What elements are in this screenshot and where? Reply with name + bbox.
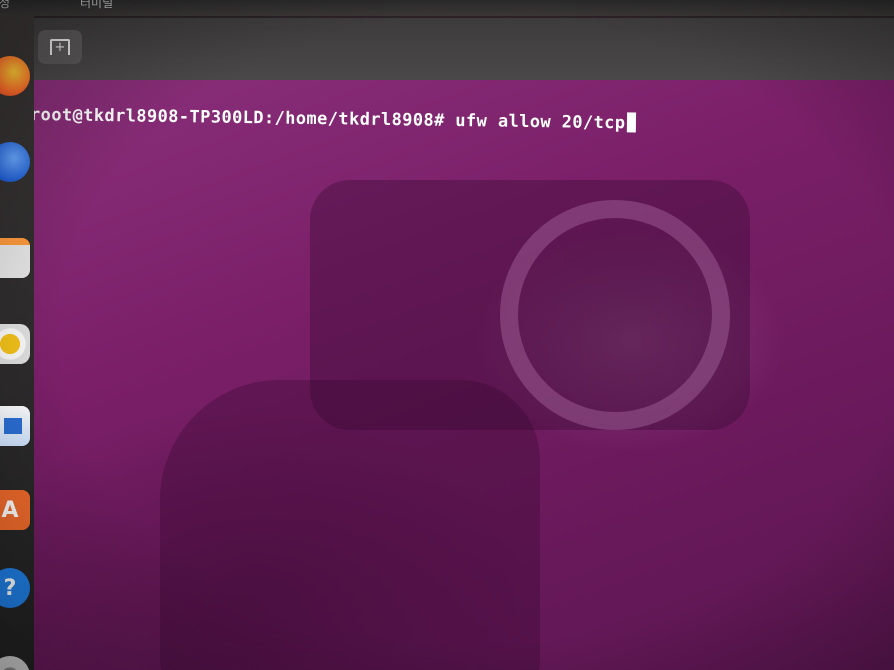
terminal-titlebar[interactable]: + [30,18,894,80]
new-tab-button[interactable]: + [38,30,82,64]
terminal-cursor [626,112,636,133]
screen: 설정 터미널 + root@tkdrl8908-TP300LD:/home/tk… [0,0,894,670]
thunderbird-icon[interactable] [0,142,30,182]
terminal-command: ufw allow 20/tcp [444,110,626,134]
dock: A ? [0,16,34,670]
new-tab-icon: + [50,39,70,55]
top-panel: 설정 터미널 [0,0,894,16]
top-panel-left-label[interactable]: 설정 [0,0,10,11]
libreoffice-writer-icon[interactable] [0,406,30,446]
files-icon[interactable] [0,238,30,278]
settings-icon[interactable] [0,656,30,670]
firefox-icon[interactable] [0,56,30,96]
rhythmbox-icon[interactable] [0,324,30,364]
terminal-body[interactable]: root@tkdrl8908-TP300LD:/home/tkdrl8908# … [30,80,894,670]
help-icon[interactable]: ? [0,568,30,608]
terminal-window: + root@tkdrl8908-TP300LD:/home/tkdrl8908… [30,18,894,670]
photo-reflection-ring [500,200,730,430]
photo-reflection-hand [160,380,540,670]
top-panel-app-label[interactable]: 터미널 [80,0,113,11]
software-store-icon[interactable]: A [0,490,30,530]
terminal-prompt: root@tkdrl8908-TP300LD:/home/tkdrl8908# [29,105,445,131]
terminal-command-line: root@tkdrl8908-TP300LD:/home/tkdrl8908# … [30,104,636,133]
